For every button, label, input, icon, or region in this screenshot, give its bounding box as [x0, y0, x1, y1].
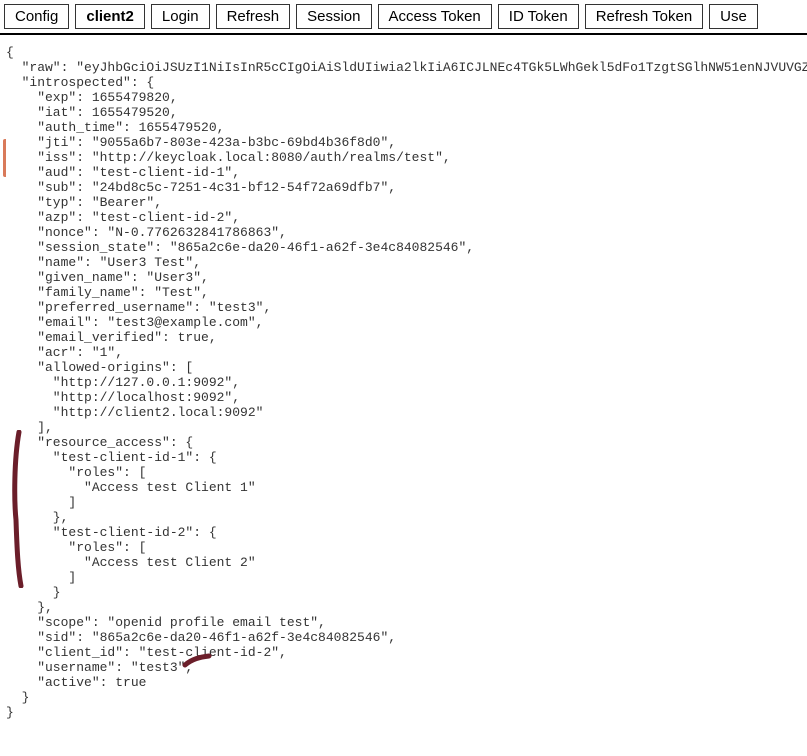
tab-config[interactable]: Config: [4, 4, 69, 29]
tab-refresh-token[interactable]: Refresh Token: [585, 4, 703, 29]
tab-client2[interactable]: client2: [75, 4, 145, 29]
tab-login[interactable]: Login: [151, 4, 210, 29]
json-pre: { "raw": "eyJhbGciOiJSUzI1NiIsInR5cCIgOi…: [6, 45, 807, 720]
tab-access-token[interactable]: Access Token: [378, 4, 492, 29]
tab-row: Config client2 Login Refresh Session Acc…: [0, 0, 807, 35]
json-output: { "raw": "eyJhbGciOiJSUzI1NiIsInR5cCIgOi…: [0, 35, 807, 720]
tab-refresh[interactable]: Refresh: [216, 4, 291, 29]
tab-id-token[interactable]: ID Token: [498, 4, 579, 29]
tab-use[interactable]: Use: [709, 4, 758, 29]
tab-session[interactable]: Session: [296, 4, 371, 29]
